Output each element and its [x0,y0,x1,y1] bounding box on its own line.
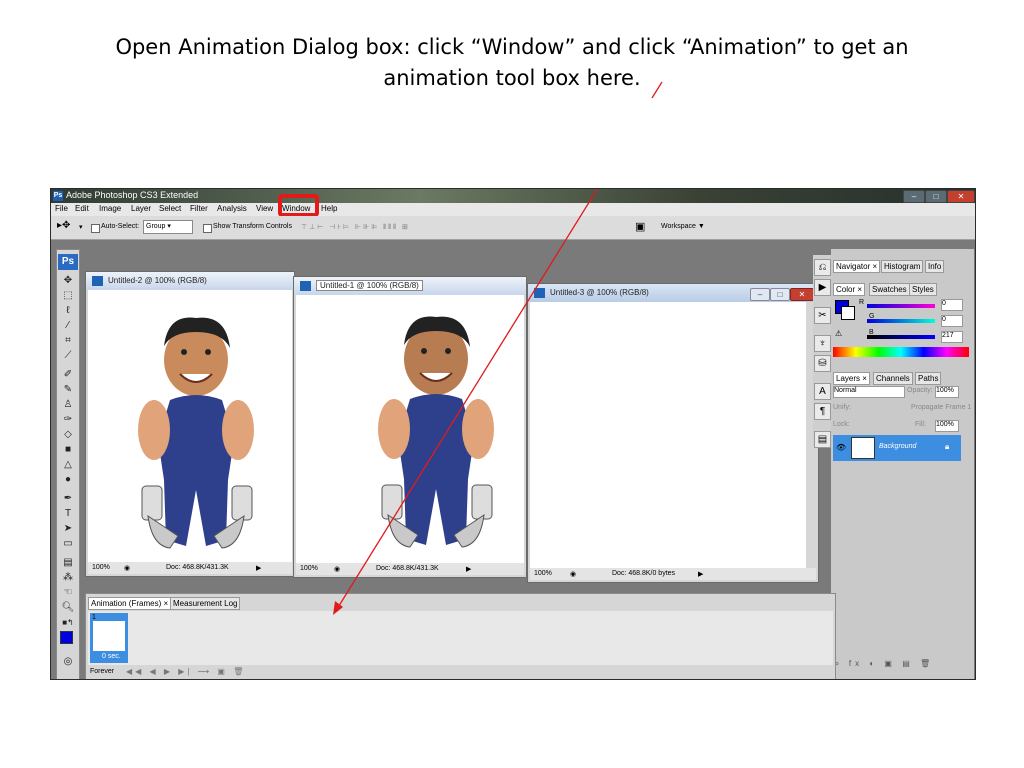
photoshop-window: Ps Adobe Photoshop CS3 Extended – □ ✕ Fi… [50,188,976,680]
annotation-arrow [333,189,599,615]
annotation-arrow-top [651,81,663,99]
